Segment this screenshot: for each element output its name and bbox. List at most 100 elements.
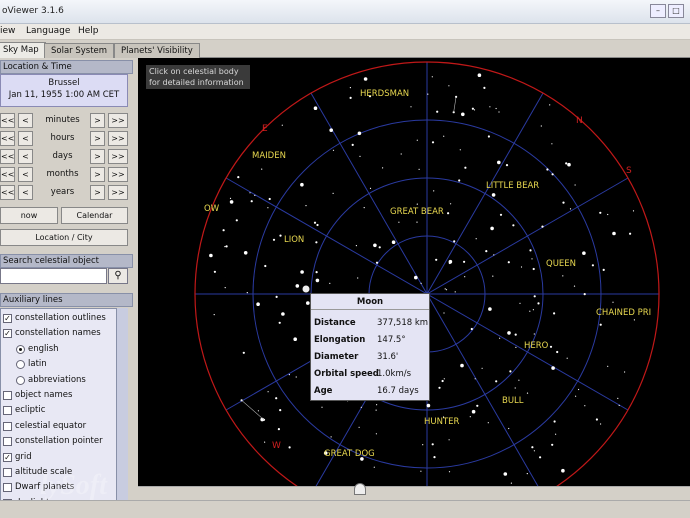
tab-sky-map[interactable]: Sky Map bbox=[0, 42, 46, 58]
step-forward-button[interactable]: > bbox=[90, 185, 105, 200]
location-city: Brussel bbox=[48, 78, 80, 88]
tab-solar-system[interactable]: Solar System bbox=[44, 43, 115, 58]
scroll-thumb[interactable] bbox=[354, 483, 366, 495]
star bbox=[329, 128, 333, 132]
menu-view[interactable]: iew bbox=[0, 26, 15, 36]
star bbox=[498, 111, 500, 113]
step-forward-button[interactable]: > bbox=[90, 113, 105, 128]
sky-map-canvas[interactable]: HERDSMAN MAIDEN LITTLE BEAR GREAT BEAR LION Q… bbox=[138, 58, 690, 486]
calendar-button[interactable]: Calendar bbox=[61, 207, 128, 224]
star bbox=[461, 112, 465, 117]
star bbox=[447, 212, 450, 215]
step-back-button[interactable]: < bbox=[18, 185, 33, 200]
location-city-button[interactable]: Location / City bbox=[0, 229, 128, 246]
step-back-fast-button[interactable]: << bbox=[0, 185, 15, 200]
step-back-button[interactable]: < bbox=[18, 131, 33, 146]
star bbox=[281, 312, 285, 316]
search-button[interactable]: ⚲ bbox=[108, 268, 128, 284]
star bbox=[275, 397, 278, 400]
step-forward-fast-button[interactable]: >> bbox=[108, 113, 128, 128]
step-back-fast-button[interactable]: << bbox=[0, 131, 15, 146]
star bbox=[332, 192, 334, 194]
step-back-fast-button[interactable]: << bbox=[0, 149, 15, 164]
star bbox=[492, 275, 494, 277]
minimize-button[interactable]: – bbox=[650, 4, 666, 18]
star bbox=[491, 193, 496, 197]
step-unit-label: hours bbox=[50, 133, 75, 143]
star bbox=[225, 245, 228, 248]
menu-help[interactable]: Help bbox=[78, 26, 99, 36]
radio-button[interactable] bbox=[16, 375, 25, 385]
star bbox=[433, 190, 435, 192]
step-forward-fast-button[interactable]: >> bbox=[108, 131, 128, 146]
step-back-fast-button[interactable]: << bbox=[0, 167, 15, 182]
checkbox[interactable] bbox=[3, 468, 12, 477]
popup-value: 147.5° bbox=[377, 335, 406, 345]
star bbox=[556, 350, 559, 354]
step-back-button[interactable]: < bbox=[18, 149, 33, 164]
step-forward-button[interactable]: > bbox=[90, 167, 105, 182]
popup-key: Elongation bbox=[314, 335, 366, 345]
left-panel: Location & Time Brussel Jan 11, 1955 1:0… bbox=[0, 58, 133, 518]
step-forward-fast-button[interactable]: >> bbox=[108, 185, 128, 200]
popup-key: Distance bbox=[314, 318, 356, 328]
search-input[interactable] bbox=[0, 268, 107, 284]
popup-value: 16.7 days bbox=[377, 386, 419, 396]
star bbox=[551, 143, 553, 145]
step-forward-button[interactable]: > bbox=[90, 131, 105, 146]
aux-option-label: abbreviations bbox=[28, 374, 86, 385]
sky-horizontal-scrollbar[interactable] bbox=[138, 483, 690, 498]
aux-list-scrollbar[interactable] bbox=[116, 308, 128, 508]
star bbox=[599, 323, 602, 326]
checkbox[interactable] bbox=[3, 406, 12, 416]
star bbox=[481, 367, 483, 369]
direction-label: W bbox=[272, 441, 281, 451]
step-forward-fast-button[interactable]: >> bbox=[108, 167, 128, 182]
star bbox=[569, 208, 572, 210]
star bbox=[375, 261, 379, 264]
star bbox=[633, 319, 635, 321]
star bbox=[487, 135, 490, 138]
maximize-button[interactable]: □ bbox=[668, 4, 684, 18]
star bbox=[529, 249, 532, 252]
step-forward-fast-button[interactable]: >> bbox=[108, 149, 128, 164]
star bbox=[267, 391, 269, 393]
star bbox=[495, 380, 498, 383]
star bbox=[315, 241, 318, 244]
sky-map[interactable]: HERDSMAN MAIDEN LITTLE BEAR GREAT BEAR LION Q… bbox=[138, 58, 690, 486]
menu-language[interactable]: Language bbox=[26, 26, 70, 36]
step-back-button[interactable]: < bbox=[18, 167, 33, 182]
now-button[interactable]: now bbox=[0, 207, 58, 224]
checkbox[interactable] bbox=[3, 421, 12, 431]
star bbox=[469, 416, 471, 418]
step-forward-button[interactable]: > bbox=[90, 149, 105, 164]
star bbox=[242, 351, 245, 354]
star bbox=[436, 110, 439, 113]
checkbox[interactable]: ✓ bbox=[3, 329, 12, 339]
checkbox[interactable]: ✓ bbox=[3, 452, 12, 462]
checkbox[interactable] bbox=[3, 483, 12, 493]
star bbox=[514, 387, 516, 389]
star bbox=[295, 376, 297, 378]
radio-button[interactable] bbox=[16, 344, 25, 354]
star bbox=[313, 106, 318, 110]
constellation-name: LITTLE BEAR bbox=[486, 181, 539, 191]
radio-button[interactable] bbox=[16, 360, 25, 370]
star bbox=[463, 260, 466, 263]
step-back-fast-button[interactable]: << bbox=[0, 113, 15, 128]
star bbox=[507, 261, 510, 264]
constellation-name: GREAT BEAR bbox=[390, 207, 444, 217]
checkbox[interactable]: ✓ bbox=[3, 314, 12, 323]
star bbox=[475, 238, 477, 240]
star bbox=[268, 197, 271, 201]
star bbox=[583, 293, 586, 296]
checkbox[interactable] bbox=[3, 437, 12, 447]
aux-option-label: constellation outlines bbox=[15, 313, 106, 323]
step-back-button[interactable]: < bbox=[18, 113, 33, 128]
star bbox=[288, 446, 291, 449]
star bbox=[329, 282, 331, 284]
star bbox=[507, 331, 511, 335]
checkbox[interactable] bbox=[3, 391, 12, 400]
star bbox=[551, 173, 554, 176]
tab-planets-visibility[interactable]: Planets' Visibility bbox=[114, 43, 200, 58]
